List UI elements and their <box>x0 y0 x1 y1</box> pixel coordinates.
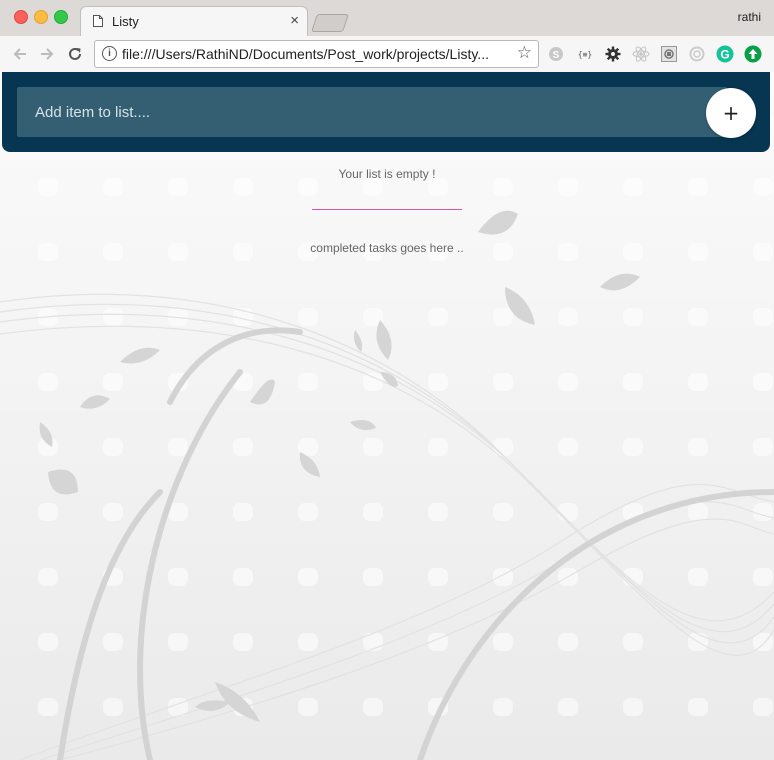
forward-button[interactable] <box>36 43 58 65</box>
upload-icon[interactable] <box>744 45 762 63</box>
reload-button[interactable] <box>64 43 86 65</box>
circle-extension-icon[interactable] <box>688 45 706 63</box>
browser-tab[interactable]: Listy × <box>80 6 308 37</box>
add-item-button[interactable]: + <box>706 88 756 138</box>
document-icon <box>93 15 103 27</box>
tab-strip: Listy × rathi <box>0 0 774 37</box>
reload-icon <box>69 47 81 60</box>
back-arrow-icon <box>13 48 26 60</box>
gear-icon[interactable] <box>604 45 622 63</box>
svg-text:G: G <box>720 47 729 61</box>
back-button[interactable] <box>9 43 31 65</box>
window-maximize-button[interactable] <box>54 10 68 24</box>
add-item-input[interactable] <box>17 87 727 137</box>
empty-list-message: Your list is empty ! <box>338 167 436 181</box>
page-content: + Your list is empty ! completed tasks g… <box>0 72 774 760</box>
add-item-header: + <box>2 72 770 152</box>
forward-arrow-icon <box>41 48 54 60</box>
window-close-button[interactable] <box>14 10 28 24</box>
address-bar[interactable]: i file:///Users/RathiND/Documents/Post_w… <box>94 40 539 68</box>
grammarly-icon[interactable]: G <box>716 45 734 63</box>
skype-icon[interactable]: S <box>547 45 565 63</box>
list-divider <box>312 209 462 210</box>
info-icon[interactable]: i <box>102 46 117 61</box>
tab-close-icon[interactable]: × <box>290 12 299 29</box>
profile-name[interactable]: rathi <box>738 10 761 24</box>
svg-text:S: S <box>553 50 560 61</box>
completed-tasks-message: completed tasks goes here .. <box>310 241 464 255</box>
grid-extension-icon[interactable] <box>660 45 678 63</box>
tab-title: Listy <box>112 14 139 29</box>
browser-toolbar: i file:///Users/RathiND/Documents/Post_w… <box>0 36 774 73</box>
react-icon[interactable] <box>632 45 650 63</box>
svg-text:{≡}: {≡} <box>578 50 592 59</box>
json-formatter-icon[interactable]: {≡} <box>576 45 594 63</box>
url-text[interactable]: file:///Users/RathiND/Documents/Post_wor… <box>122 46 489 62</box>
bookmark-star-icon[interactable]: ☆ <box>517 43 532 63</box>
window-minimize-button[interactable] <box>34 10 48 24</box>
new-tab-button[interactable] <box>311 14 349 32</box>
